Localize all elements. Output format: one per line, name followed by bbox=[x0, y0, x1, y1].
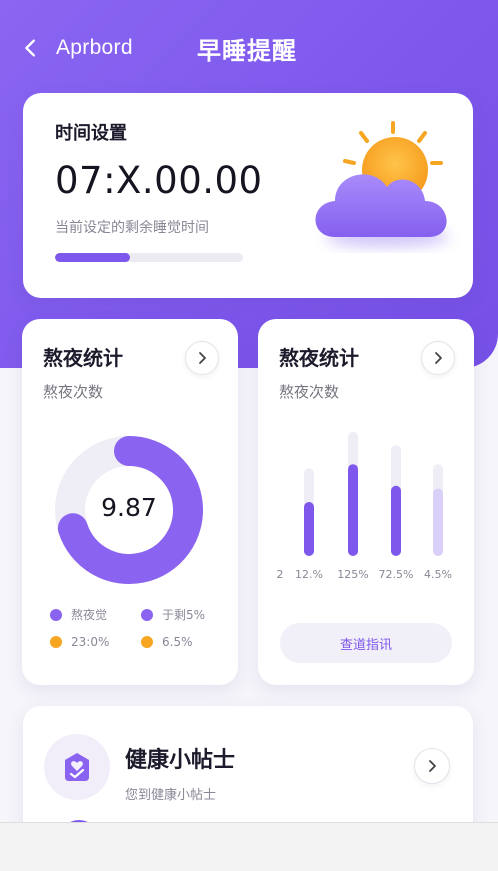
page-title: 早睡提醒 bbox=[197, 37, 297, 65]
bar-label: 125% bbox=[337, 568, 369, 581]
bar-label: 72.5% bbox=[378, 568, 414, 581]
legend-dot bbox=[141, 636, 153, 648]
heart-check-icon bbox=[65, 753, 89, 781]
back-arrow-icon bbox=[25, 39, 35, 57]
time-caption: 当前设定的剩余睡觉时间 bbox=[55, 220, 209, 236]
top-bar: Aprbord 早睡提醒 bbox=[0, 28, 498, 68]
legend-item: 23:0% bbox=[50, 635, 109, 649]
time-progress-fill bbox=[55, 253, 131, 262]
bar-axis-label: 2 bbox=[276, 568, 284, 581]
time-progress-bar bbox=[55, 253, 243, 262]
donut-value: 9.87 bbox=[101, 493, 157, 522]
stats-card-bars: 熬夜统计 熬夜次数 2 12.% 125% 72.5% 4.5% 查道指讯 bbox=[258, 319, 474, 685]
legend-label: 6.5% bbox=[162, 635, 193, 649]
bar-label: 4.5% bbox=[424, 568, 452, 581]
tips-detail-button[interactable] bbox=[414, 748, 450, 784]
bar bbox=[304, 502, 314, 556]
legend-item: 6.5% bbox=[141, 635, 193, 649]
bar bbox=[433, 488, 443, 556]
time-value: 07:X.00.00 bbox=[55, 159, 263, 202]
time-settings-card[interactable]: 时间设置 07:X.00.00 当前设定的剩余睡觉时间 bbox=[23, 93, 473, 298]
back-button[interactable]: Aprbord bbox=[20, 28, 170, 68]
legend-item: 于剩5% bbox=[141, 606, 205, 623]
back-label: Aprbord bbox=[56, 36, 133, 59]
tips-icon-badge bbox=[44, 734, 110, 800]
legend-dot bbox=[141, 608, 153, 621]
stats-card-donut: 熬夜统计 熬夜次数 9.87 熬夜觉 于剩5% 23:0% 6.5% bbox=[22, 319, 238, 685]
bar-label: 12.% bbox=[295, 568, 323, 581]
sun-cloud-icon bbox=[315, 121, 449, 247]
legend-label: 熬夜觉 bbox=[71, 608, 108, 622]
legend-dot bbox=[50, 608, 62, 621]
bar bbox=[391, 485, 401, 556]
legend-dot bbox=[50, 636, 62, 648]
stats-detail-button[interactable] bbox=[185, 341, 219, 375]
tips-title: 健康小帖士 bbox=[125, 748, 236, 773]
bar bbox=[348, 464, 358, 556]
chevron-right-icon bbox=[199, 352, 206, 364]
stats-title: 熬夜统计 bbox=[43, 346, 123, 370]
tips-subtitle: 您到健康小帖士 bbox=[125, 788, 217, 803]
bottom-bar bbox=[0, 822, 498, 871]
legend-label: 23:0% bbox=[71, 635, 110, 649]
view-details-button[interactable]: 查道指讯 bbox=[280, 623, 452, 663]
stats-subtitle: 熬夜次数 bbox=[43, 383, 104, 401]
chevron-right-icon bbox=[429, 760, 436, 772]
legend-item: 熬夜觉 bbox=[50, 606, 107, 623]
time-card-title: 时间设置 bbox=[55, 123, 127, 144]
legend-label: 于剩5% bbox=[162, 608, 206, 622]
